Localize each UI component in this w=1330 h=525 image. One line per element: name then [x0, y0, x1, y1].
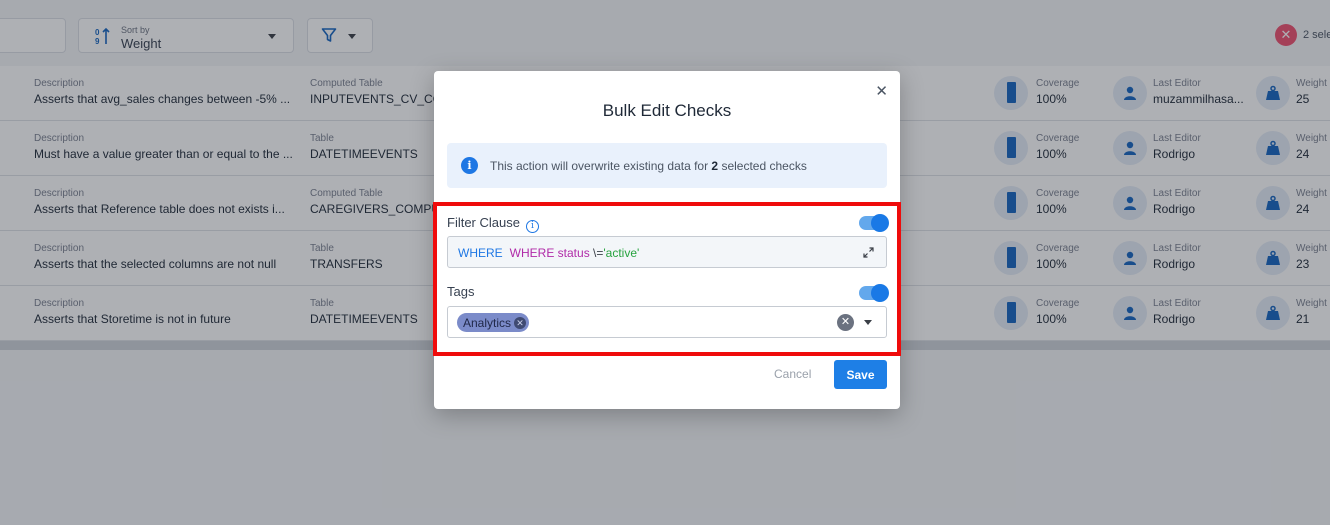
tags-select[interactable]: Analytics ✕ ✕	[447, 306, 887, 338]
info-icon[interactable]: i	[525, 220, 539, 233]
expand-icon[interactable]	[863, 247, 874, 258]
tags-toggle[interactable]	[859, 284, 889, 302]
info-icon: i	[461, 157, 478, 174]
info-banner: i This action will overwrite existing da…	[447, 143, 887, 188]
tag-chip: Analytics ✕	[457, 313, 530, 332]
remove-tag-icon[interactable]: ✕	[514, 316, 527, 329]
tag-chip-label: Analytics	[463, 315, 512, 330]
clear-icon[interactable]: ✕	[837, 314, 854, 331]
save-button[interactable]: Save	[834, 360, 887, 389]
dialog-title: Bulk Edit Checks	[602, 101, 732, 120]
chevron-down-icon[interactable]	[864, 320, 872, 325]
filter-clause-editor[interactable]: WHERE WHERE status \='active'	[447, 236, 887, 268]
filter-clause-code: WHERE WHERE status \='active'	[458, 246, 640, 260]
cancel-button[interactable]: Cancel	[774, 367, 811, 381]
bulk-edit-dialog: ✕ Bulk Edit Checks i This action will ov…	[433, 71, 901, 409]
tags-label: Tags	[447, 284, 475, 299]
info-text: This action will overwrite existing data…	[490, 159, 807, 173]
filter-clause-toggle[interactable]	[859, 214, 889, 232]
close-icon[interactable]: ✕	[875, 82, 888, 100]
filter-clause-label: Filter Clause i	[447, 215, 539, 233]
